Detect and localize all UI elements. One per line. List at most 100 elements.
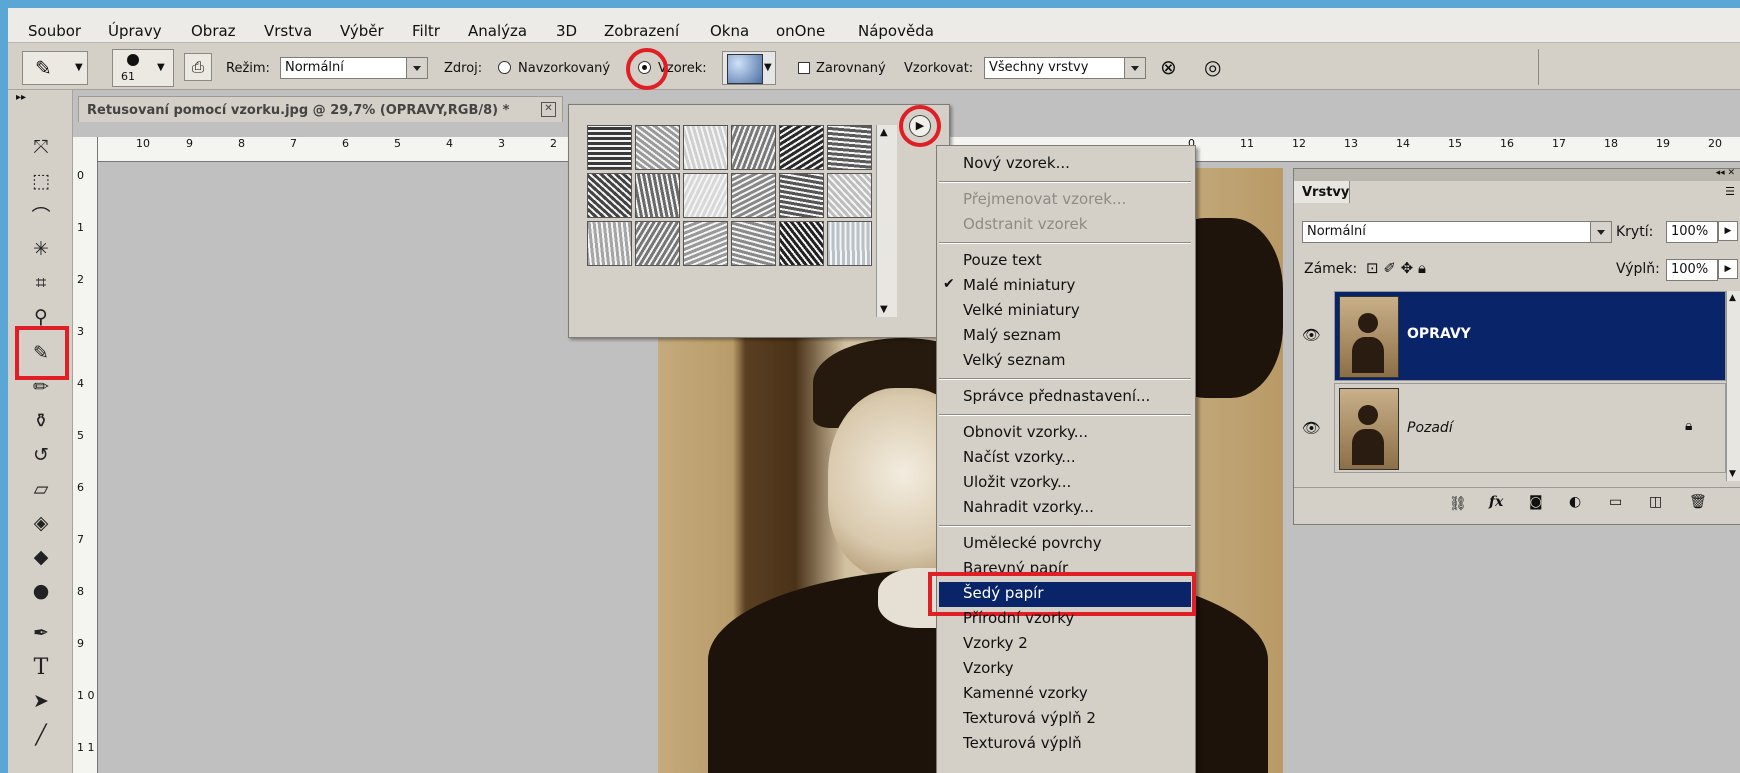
menu-item-small-list[interactable]: Malý seznam [963, 326, 1061, 344]
pattern-swatch[interactable] [779, 173, 824, 218]
menu-item-patterns[interactable]: Vzorky [963, 659, 1014, 677]
link-icon[interactable]: ⛓︎ [1449, 496, 1467, 512]
path-select-icon[interactable]: ➤ [26, 686, 56, 716]
pattern-picker[interactable]: ▼ [722, 51, 776, 85]
menu-onone[interactable]: onOne [776, 22, 825, 40]
bucket-icon[interactable]: ◈ [26, 508, 56, 538]
menu-item-load-patterns[interactable]: Načíst vzorky... [963, 448, 1076, 466]
panel-collapse-icon[interactable]: ◂◂ ✕ [1716, 168, 1735, 178]
menu-item-rename-pattern[interactable]: Přejmenovat vzorek... [963, 190, 1126, 208]
menu-soubor[interactable]: Soubor [28, 22, 81, 40]
menu-item-text-only[interactable]: Pouze text [963, 251, 1042, 269]
eye-icon[interactable]: 👁︎ [1302, 419, 1321, 437]
pattern-swatch[interactable] [587, 125, 632, 170]
mode-select[interactable]: Normální [280, 57, 428, 79]
trash-icon[interactable]: 🗑︎ [1689, 494, 1707, 510]
menu-item-new-pattern[interactable]: Nový vzorek... [963, 154, 1070, 172]
layer-row-pozadi[interactable]: Pozadí 🔒︎ [1334, 383, 1726, 473]
menu-okna[interactable]: Okna [710, 22, 749, 40]
ignore-adjustment-icon[interactable]: ⊗ [1160, 55, 1177, 79]
folder-icon[interactable]: ▭ [1609, 494, 1622, 510]
marquee-tool-icon[interactable]: ⬚ [26, 166, 56, 196]
pattern-swatch[interactable] [731, 125, 776, 170]
menu-vyber[interactable]: Výběr [340, 22, 384, 40]
brush-picker[interactable]: 61 ▼ [112, 49, 174, 87]
pattern-swatch[interactable] [683, 125, 728, 170]
blend-mode-select[interactable]: Normální [1302, 221, 1612, 243]
clone-source-button[interactable]: ⎙ [184, 53, 212, 81]
pressure-icon[interactable]: ◎ [1204, 55, 1221, 79]
layers-scrollbar[interactable]: ▲ ▼ [1726, 291, 1740, 481]
pattern-scrollbar[interactable]: ▲ ▼ [876, 125, 897, 317]
pattern-swatch[interactable] [635, 221, 680, 266]
close-icon[interactable]: ✕ [541, 102, 556, 117]
fill-input[interactable]: 100% [1666, 259, 1718, 281]
menu-item-reset-patterns[interactable]: Obnovit vzorky... [963, 423, 1088, 441]
menu-upravy[interactable]: Úpravy [108, 22, 162, 40]
pattern-swatch[interactable] [827, 125, 872, 170]
type-tool-icon[interactable]: T [26, 652, 56, 682]
menu-item-replace-patterns[interactable]: Nahradit vzorky... [963, 498, 1094, 516]
pattern-swatch[interactable] [731, 173, 776, 218]
opacity-arrow-icon[interactable]: ▶ [1718, 221, 1738, 241]
scroll-down-icon[interactable]: ▼ [880, 304, 888, 315]
adjustment-icon[interactable]: ◐ [1569, 494, 1581, 510]
pattern-swatch[interactable] [587, 221, 632, 266]
menu-zobrazeni[interactable]: Zobrazení [604, 22, 679, 40]
menu-item-patterns-2[interactable]: Vzorky 2 [963, 634, 1028, 652]
source-sampled-radio[interactable] [498, 61, 511, 74]
eraser-icon[interactable]: ▱ [26, 474, 56, 504]
pattern-swatch[interactable] [683, 173, 728, 218]
pattern-swatch[interactable] [635, 125, 680, 170]
blur-icon[interactable]: ◆ [26, 542, 56, 572]
move-tool-icon[interactable]: ⤧ [26, 132, 56, 162]
layer-row-opravy[interactable]: OPRAVY [1334, 291, 1726, 381]
aligned-checkbox[interactable] [798, 62, 810, 74]
menu-analyza[interactable]: Analýza [468, 22, 527, 40]
brush-tool-icon[interactable]: ✏ [26, 372, 56, 402]
menu-filtr[interactable]: Filtr [412, 22, 440, 40]
menu-item-rock-patterns[interactable]: Kamenné vzorky [963, 684, 1088, 702]
tool-preset-picker[interactable]: ✎ ▼ [22, 51, 88, 85]
opacity-input[interactable]: 100% [1666, 221, 1718, 243]
pattern-swatch[interactable] [635, 173, 680, 218]
dodge-icon[interactable]: ● [26, 576, 56, 606]
scroll-up-icon[interactable]: ▲ [1729, 293, 1736, 303]
menu-item-small-thumbnails[interactable]: Malé miniatury [963, 276, 1075, 294]
mask-icon[interactable]: ◙ [1529, 494, 1543, 510]
menu-napoveda[interactable]: Nápověda [858, 22, 934, 40]
pen-tool-icon[interactable]: ✒ [26, 618, 56, 648]
menu-item-delete-pattern[interactable]: Odstranit vzorek [963, 215, 1087, 233]
menu-item-large-list[interactable]: Velký seznam [963, 351, 1066, 369]
pattern-swatch[interactable] [827, 221, 872, 266]
menu-item-texture-fill[interactable]: Texturová výplň [963, 734, 1082, 752]
menu-item-large-thumbnails[interactable]: Velké miniatury [963, 301, 1080, 319]
fx-icon[interactable]: fx [1489, 494, 1503, 510]
scroll-up-icon[interactable]: ▲ [880, 127, 888, 138]
menu-item-texture-fill-2[interactable]: Texturová výplň 2 [963, 709, 1096, 727]
lock-icons[interactable]: ⊡ ✐ ✥ 🔒︎ [1366, 259, 1426, 277]
tab-layers[interactable]: Vrstvy [1294, 181, 1350, 203]
menu-obraz[interactable]: Obraz [191, 22, 236, 40]
new-layer-icon[interactable]: ◫ [1649, 494, 1662, 510]
collapse-icon[interactable]: ▸▸ [16, 92, 26, 103]
lasso-tool-icon[interactable]: ⌒ [26, 200, 56, 230]
pattern-swatch[interactable] [731, 221, 776, 266]
menu-item-nature-patterns[interactable]: Přírodní vzorky [963, 609, 1074, 627]
menu-item-artist-surfaces[interactable]: Umělecké povrchy [963, 534, 1102, 552]
eye-icon[interactable]: 👁︎ [1302, 326, 1321, 344]
crop-tool-icon[interactable]: ⌗ [26, 268, 56, 298]
menu-item-save-patterns[interactable]: Uložit vzorky... [963, 473, 1071, 491]
history-brush-icon[interactable]: ↺ [26, 440, 56, 470]
pattern-swatch[interactable] [683, 221, 728, 266]
magic-wand-icon[interactable]: ✳ [26, 234, 56, 264]
menu-item-preset-manager[interactable]: Správce přednastavení... [963, 387, 1150, 405]
document-tab[interactable]: Retusovaní pomocí vzorku.jpg @ 29,7% (OP… [78, 96, 563, 122]
pattern-swatch[interactable] [587, 173, 632, 218]
fill-arrow-icon[interactable]: ▶ [1718, 259, 1738, 279]
pattern-swatch[interactable] [779, 221, 824, 266]
pattern-swatch[interactable] [827, 173, 872, 218]
pattern-swatch[interactable] [779, 125, 824, 170]
scroll-down-icon[interactable]: ▼ [1729, 469, 1736, 479]
menu-3d[interactable]: 3D [556, 22, 577, 40]
